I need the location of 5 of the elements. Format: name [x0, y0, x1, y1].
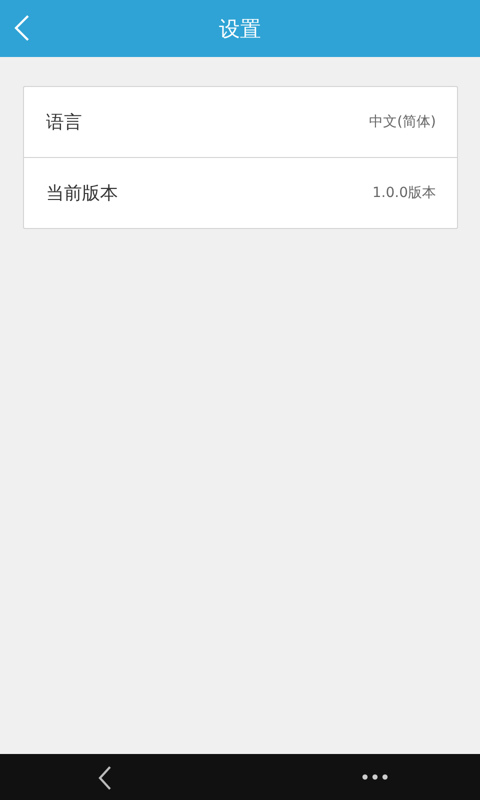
settings-row[interactable]: 语言 中文(简体) — [24, 87, 457, 157]
settings-row[interactable]: 当前版本 1.0.0版本 — [24, 157, 457, 228]
menu-icon[interactable] — [362, 774, 388, 780]
page-title: 设置 — [219, 16, 261, 42]
back-icon[interactable] — [98, 766, 112, 790]
